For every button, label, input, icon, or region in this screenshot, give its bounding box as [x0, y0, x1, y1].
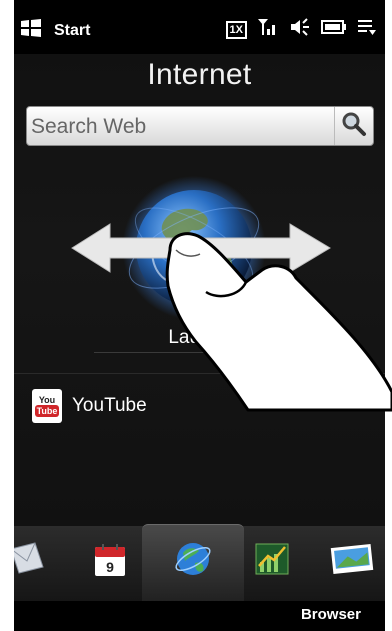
globe-icon [122, 176, 266, 320]
menu-icon[interactable] [357, 17, 377, 42]
tab-calendar[interactable]: 9 [87, 536, 133, 586]
browser-globe-icon [173, 539, 213, 584]
youtube-icon-top: You [38, 395, 56, 405]
search-bar[interactable] [26, 106, 374, 146]
phone-screen: Start 1X Internet Search Web Launch You … [14, 0, 385, 631]
speaker-icon[interactable] [289, 17, 311, 42]
active-tab-label: Browser [300, 606, 361, 623]
stocks-icon [254, 542, 290, 581]
calendar-icon: 9 [93, 544, 127, 578]
youtube-icon: You Tube [32, 389, 62, 423]
youtube-label: YouTube [72, 395, 147, 416]
network-1x-icon[interactable]: 1X [225, 20, 247, 39]
launch-divider [94, 352, 305, 353]
windows-flag-icon [20, 18, 42, 43]
status-bar: Start 1X [14, 0, 385, 54]
calendar-day: 9 [106, 559, 114, 575]
youtube-icon-bottom: Tube [34, 405, 60, 417]
section-divider [14, 373, 385, 374]
start-label: Start [54, 21, 91, 39]
tab-photos[interactable] [330, 536, 376, 586]
tab-mail[interactable] [14, 536, 50, 586]
start-button[interactable]: Start [20, 18, 90, 43]
tab-browser[interactable] [170, 536, 216, 586]
photos-icon [330, 542, 376, 581]
page-title: Internet [147, 58, 252, 91]
search-input[interactable] [31, 115, 331, 139]
launch-label[interactable]: Launch [14, 327, 385, 349]
list-item-youtube[interactable]: You Tube YouTube [14, 386, 385, 426]
magnifier-icon [341, 111, 367, 142]
search-button[interactable] [334, 107, 373, 145]
mail-icon [14, 541, 47, 582]
battery-icon[interactable] [321, 18, 347, 41]
launch-browser-globe[interactable] [114, 176, 274, 326]
tab-stocks[interactable] [249, 536, 295, 586]
signal-icon[interactable] [257, 17, 279, 42]
